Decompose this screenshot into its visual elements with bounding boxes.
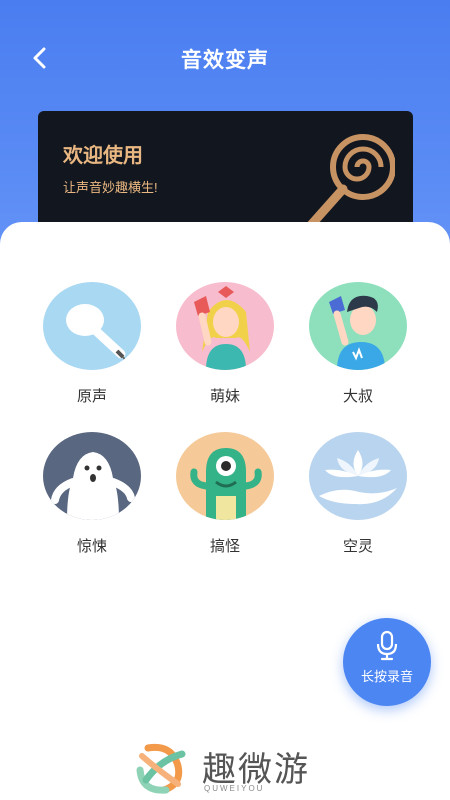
effect-label: 原声 [76,388,107,405]
effect-uncle[interactable]: 大叔 [308,282,408,406]
watermark: 趣微游 QUWEIYOU [132,740,332,796]
effect-label: 空灵 [342,538,373,555]
effect-thriller[interactable]: 惊悚 [42,432,142,556]
effect-label: 搞怪 [209,538,240,555]
record-button-label: 长按录音 [360,669,413,684]
banner-subtitle: 让声音妙趣横生! [63,180,158,195]
lollipop-icon [306,134,395,229]
effect-label: 大叔 [342,388,373,405]
effect-label: 惊悚 [76,538,107,555]
effect-original[interactable]: 原声 [42,282,142,406]
lotus-icon [309,432,407,520]
microphone-icon [43,282,141,370]
page-title: 音效变声 [181,49,269,72]
effect-cute-girl[interactable]: 萌妹 [175,282,275,406]
uncle-icon [309,282,407,370]
ghost-icon [43,432,141,520]
record-button[interactable]: 长按录音 [343,618,431,706]
effect-ethereal[interactable]: 空灵 [308,432,408,556]
brand-subtitle: QUWEIYOU [204,784,265,793]
microphone-icon [376,630,398,661]
brand-logo-icon [136,743,186,794]
effects-card: 原声 萌妹 大叔 惊悚 搞怪 空灵 [0,222,450,800]
monster-icon [176,432,274,520]
banner-title: 欢迎使用 [63,145,143,167]
header: 音效变声 [0,0,450,120]
effect-funny[interactable]: 搞怪 [175,432,275,556]
cute-girl-icon [176,282,274,370]
effect-label: 萌妹 [209,388,240,405]
